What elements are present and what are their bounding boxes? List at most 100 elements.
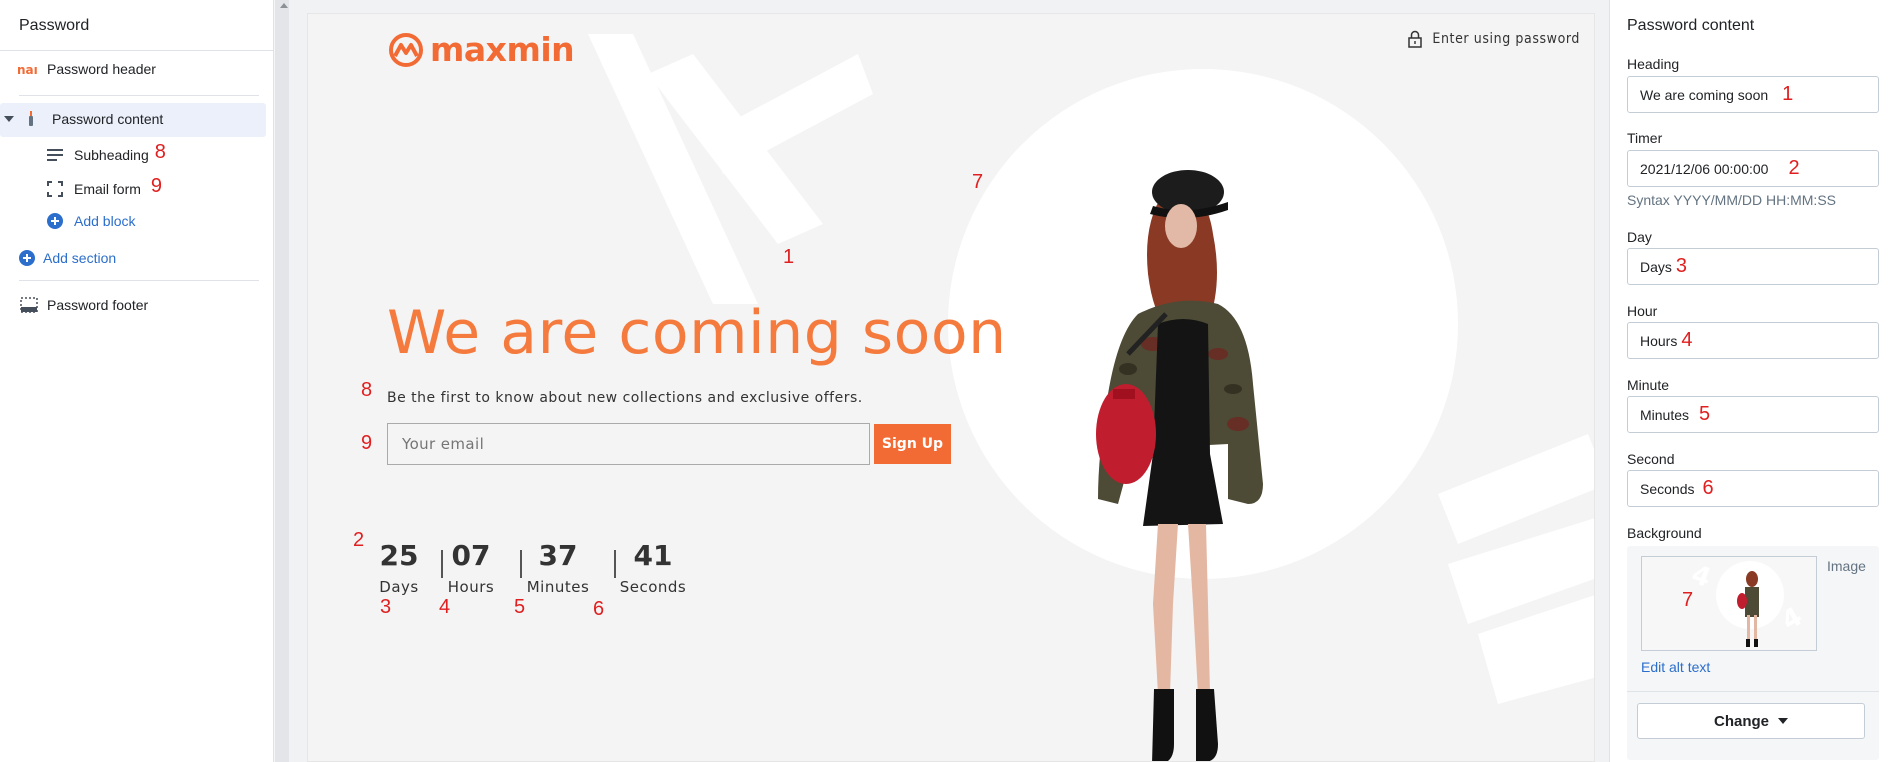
sidebar-item-label: Password header [47,61,156,77]
sidebar-item-label: Password content [52,111,164,127]
plus-circle-icon [44,213,66,229]
preview-area: maxmin Enter using password We are comin… [275,0,1609,762]
store-logo[interactable]: maxmin [388,30,575,69]
annotation-number: 1 [1782,83,1794,105]
settings-panel: Password content Heading We are coming s… [1609,0,1889,762]
add-block-button[interactable]: Add block [44,213,135,229]
annotation-number: 3 [1675,255,1688,277]
plus-circle-icon [19,250,35,266]
caret-down-icon [1778,718,1788,724]
day-input-value: Days [1640,258,1672,275]
divider [1627,691,1879,692]
add-section-label: Add section [43,250,117,266]
lock-icon [1408,30,1423,48]
day-input[interactable]: Days 3 [1627,248,1879,285]
background-404-art [588,34,873,304]
panel-title: Password content [1627,17,1755,34]
footer-icon [19,297,39,313]
thumbnail-image: 4 4 [1687,559,1808,647]
heading-input-value: We are coming soon [1640,86,1769,103]
countdown-label: Hours [447,578,495,596]
logo-icon [389,32,423,67]
logo-text: maxmin [430,30,575,69]
divider [19,280,259,281]
edit-alt-text-link[interactable]: Edit alt text [1641,659,1710,675]
scroll-strip[interactable] [275,0,289,762]
minute-input-value: Minutes [1640,406,1690,423]
second-input-value: Seconds [1640,480,1695,497]
annotation-number: 2 [353,529,365,551]
sidebar-item-label: Subheading [74,146,149,163]
enter-password-link[interactable]: Enter using password [1408,30,1580,48]
page-heading: We are coming soon [387,298,1007,368]
annotation-number: 9 [150,175,163,197]
annotation-number: 9 [361,432,373,454]
second-input[interactable]: Seconds 6 [1627,470,1879,507]
storefront-preview: maxmin Enter using password We are comin… [307,13,1595,762]
add-section-button[interactable]: Add section [19,250,116,266]
sidebar-item-password-header[interactable]: naı Password header [17,61,156,77]
sidebar-item-email-form[interactable]: Email form 9 [44,175,162,198]
sidebar-item-subheading[interactable]: Subheading 8 [44,141,166,164]
add-block-label: Add block [74,213,136,229]
sidebar-item-password-content[interactable]: Password content [4,111,163,127]
change-button-label: Change [1713,712,1769,730]
sidebar-item-password-footer[interactable]: Password footer [19,297,148,313]
heading-field-label: Heading [1627,56,1680,72]
model-image [1096,170,1263,761]
svg-text:naı: naı [17,63,38,75]
countdown-value: 25 [379,539,419,572]
background-image-picker: 4 4 7 Image Edit alt text Change [1627,546,1879,760]
text-lines-icon [44,148,66,162]
sidebar-item-label: Password footer [47,297,149,313]
divider [19,95,259,96]
enter-password-label: Enter using password [1432,31,1580,47]
countdown-label: Minutes [526,578,590,596]
countdown-hours: 07 Hours [441,539,501,596]
countdown-label: Seconds [619,578,687,596]
background-field-label: Background [1627,525,1702,541]
annotation-number: 2 [1788,157,1800,179]
annotation-number: 6 [1702,477,1714,499]
annotation-number: 7 [1682,589,1694,611]
annotation-number: 4 [1681,329,1693,351]
annotation-number: 6 [593,598,605,620]
minute-field-label: Minute [1627,377,1670,393]
heading-input[interactable]: We are coming soon 1 [1627,76,1879,113]
hour-input-value: Hours [1640,332,1678,349]
change-image-button[interactable]: Change [1637,703,1865,739]
countdown-value: 07 [451,539,491,572]
sidebar-title: Password [0,0,273,51]
annotation-number: 4 [439,596,451,618]
countdown-value: 41 [633,539,673,572]
second-field-label: Second [1627,451,1675,467]
editor-sidebar: Password naı Password header Password co… [0,0,274,762]
svg-text:4: 4 [1777,602,1808,637]
countdown-value: 37 [538,539,578,572]
frame-icon [44,180,66,197]
content-icon [26,111,36,127]
annotation-number: 8 [361,379,373,401]
timer-input[interactable]: 2021/12/06 00:00:00 2 [1627,150,1879,187]
minute-input[interactable]: Minutes 5 [1627,396,1879,433]
annotation-number: 7 [972,171,984,193]
timer-hint: Syntax YYYY/MM/DD HH:MM:SS [1627,192,1837,208]
annotation-number: 1 [783,246,795,268]
hour-input[interactable]: Hours 4 [1627,322,1879,359]
background-thumbnail[interactable]: 4 4 7 [1641,556,1817,651]
chevron-down-icon[interactable] [4,116,14,122]
countdown-days: 25 Days [374,539,424,596]
sign-up-button[interactable]: Sign Up [874,424,951,464]
hour-field-label: Hour [1627,303,1658,319]
page-subheading: Be the first to know about new collectio… [387,390,863,406]
day-field-label: Day [1627,229,1652,245]
annotation-number: 3 [380,596,392,618]
annotation-number: 8 [154,141,166,163]
email-input[interactable] [387,423,870,465]
timer-field-label: Timer [1627,130,1663,146]
image-label: Image [1827,558,1866,574]
timer-input-value: 2021/12/06 00:00:00 [1640,160,1769,177]
annotation-number: 5 [514,596,526,618]
countdown-label: Days [379,578,419,596]
sidebar-item-label: Email form [74,180,141,197]
